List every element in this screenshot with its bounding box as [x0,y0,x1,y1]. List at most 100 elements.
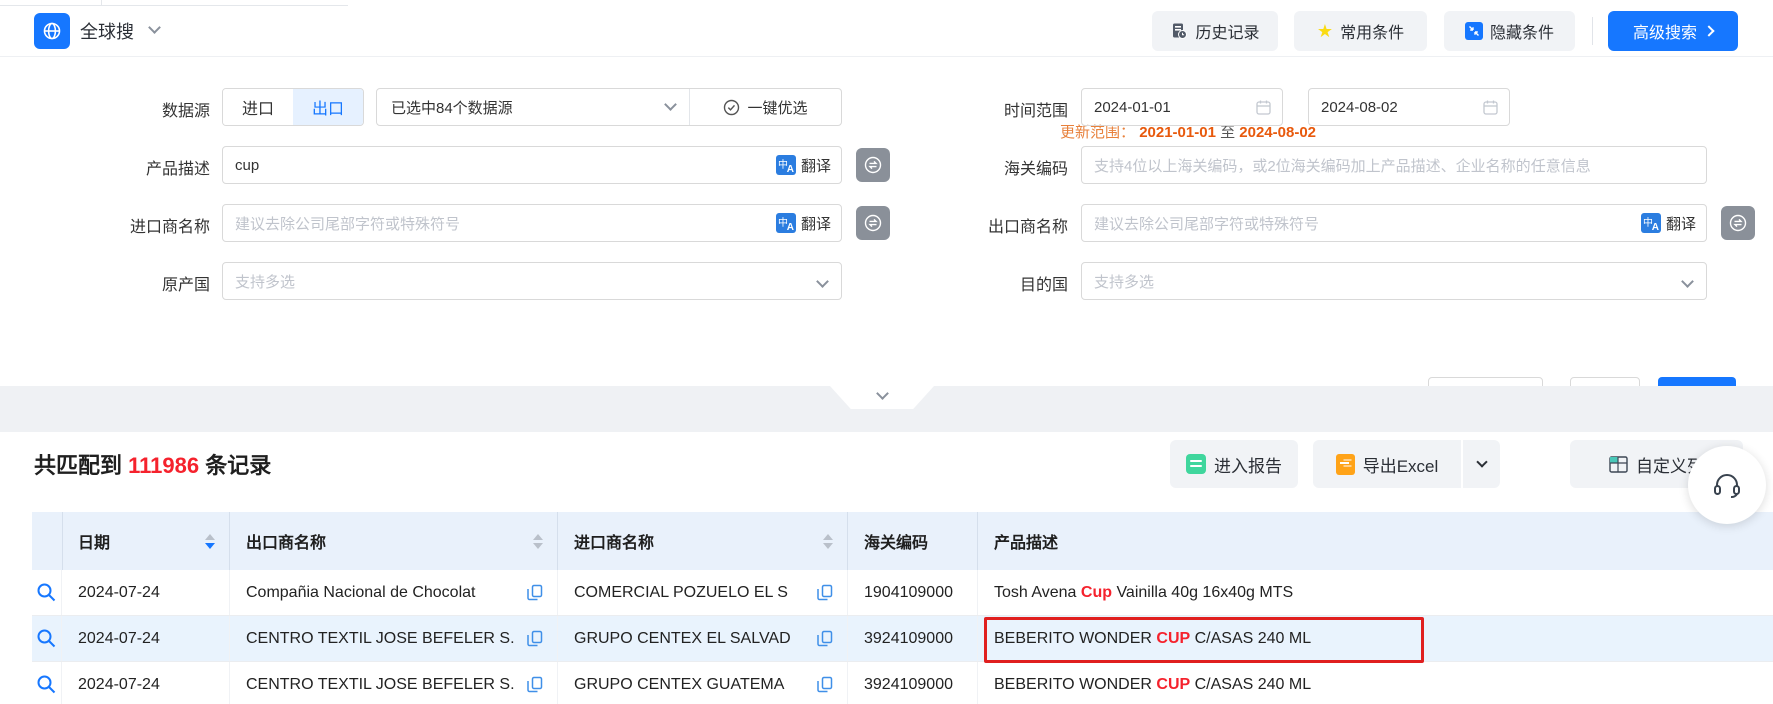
synonym-search-button[interactable] [1721,206,1755,240]
header-product-desc-label: 产品描述 [994,529,1058,553]
sort-control[interactable] [533,534,543,549]
data-source-group: 已选中84个数据源 一键优选 [376,88,842,126]
header-date[interactable]: 日期 [62,512,230,570]
translate-icon: 中A [1641,213,1661,233]
results-table: 日期 出口商名称 进口商名称 海关编码 产品描述 2024-07 [32,512,1773,704]
app-switcher-chevron-icon[interactable] [148,21,161,34]
exporter-cell: CENTRO TEXTIL JOSE BEFELER S. [230,662,558,704]
copy-icon[interactable] [817,584,833,601]
importer-name-placeholder: 建议去除公司尾部字符或特殊符号 [235,213,460,234]
product-desc-label: 产品描述 [30,155,210,179]
chevron-down-icon [1681,275,1694,288]
report-icon [1186,454,1206,474]
enter-report-label: 进入报告 [1214,452,1282,477]
one-click-optimize-button[interactable]: 一键优选 [689,89,841,125]
export-excel-label: 导出Excel [1363,452,1439,477]
exporter-name-input[interactable]: 建议去除公司尾部字符或特殊符号 中A 翻译 [1081,204,1707,242]
row-detail-cell [32,662,62,704]
date-cell: 2024-07-24 [62,570,230,615]
update-range-label: 更新范围： [1060,124,1135,141]
product-desc-cell: BEBERITO WONDER CUP C/ASAS 240 ML [978,616,1773,661]
synonym-search-button[interactable] [856,206,890,240]
translate-icon: 中A [776,213,796,233]
magnifier-icon[interactable] [36,674,57,695]
dest-country-label: 目的国 [900,271,1068,295]
trade-direction-toggle: 进口 出口 [222,88,364,126]
dest-country-select[interactable]: 支持多选 [1081,262,1707,300]
product-desc-input[interactable]: cup 中A 翻译 [222,146,842,184]
data-source-select[interactable]: 已选中84个数据源 [377,89,689,125]
translate-button[interactable]: 中A 翻译 [776,155,831,176]
favorites-button-label: 常用条件 [1340,19,1404,43]
app-title: 全球搜 [80,18,134,44]
translate-icon: 中A [776,155,796,175]
importer-name-label: 进口商名称 [30,213,210,237]
copy-icon[interactable] [527,676,543,693]
exporter-name-placeholder: 建议去除公司尾部字符或特殊符号 [1094,213,1319,234]
tab-edge-line [0,0,348,6]
export-excel-button[interactable]: 导出Excel [1313,440,1461,488]
export-options-button[interactable] [1462,440,1500,488]
count-suffix: 条记录 [205,453,271,478]
top-bar: 全球搜 历史记录 ★ 常用条件 隐藏条件 高级搜索 [0,0,1773,57]
translate-button[interactable]: 中A 翻译 [1641,213,1696,234]
sort-control[interactable] [823,534,833,549]
origin-country-placeholder: 支持多选 [235,271,295,292]
origin-country-select[interactable]: 支持多选 [222,262,842,300]
enter-report-button[interactable]: 进入报告 [1170,440,1298,488]
translate-label: 翻译 [801,155,831,176]
translate-label: 翻译 [1666,213,1696,234]
advanced-search-label: 高级搜索 [1633,19,1697,43]
magnifier-icon[interactable] [36,582,57,603]
update-range-end: 2024-08-02 [1239,124,1316,141]
advanced-search-button[interactable]: 高级搜索 [1608,11,1738,51]
history-icon [1170,22,1188,40]
table-header-row: 日期 出口商名称 进口商名称 海关编码 产品描述 [32,512,1773,570]
header-date-label: 日期 [78,529,110,553]
history-button[interactable]: 历史记录 [1152,11,1278,51]
copy-icon[interactable] [817,676,833,693]
update-range-to: 至 [1220,124,1235,141]
copy-icon[interactable] [817,630,833,647]
global-search-page: 全球搜 历史记录 ★ 常用条件 隐藏条件 高级搜索 [0,0,1773,704]
search-form: 数据源 进口 出口 已选中84个数据源 一键优选 产品描述 cup 中A 翻译 [0,57,1773,386]
results-panel: 共匹配到 111986 条记录 进入报告 导出Excel 自定义列 [0,432,1773,704]
start-date-input[interactable]: 2024-01-01 [1081,88,1283,126]
import-tab[interactable]: 进口 [223,89,293,125]
copy-icon[interactable] [527,584,543,601]
hide-conditions-button[interactable]: 隐藏条件 [1444,11,1575,51]
swap-circle-icon [862,212,884,234]
date-cell: 2024-07-24 [62,616,230,661]
synonym-search-button[interactable] [856,148,890,182]
table-row[interactable]: 2024-07-24 CENTRO TEXTIL JOSE BEFELER S.… [32,662,1773,704]
data-source-selected-value: 已选中84个数据源 [391,97,513,118]
hs-code-cell: 3924109000 [848,616,978,661]
hs-code-input[interactable]: 支持4位以上海关编码，或2位海关编码加上产品描述、企业名称的任意信息 [1081,146,1707,184]
origin-country-label: 原产国 [30,271,210,295]
row-detail-cell [32,570,62,615]
table-row[interactable]: 2024-07-24 Compañia Nacional de Chocolat… [32,570,1773,616]
export-tab[interactable]: 出口 [293,89,363,125]
header-hs-code-label: 海关编码 [864,529,928,553]
translate-button[interactable]: 中A 翻译 [776,213,831,234]
calendar-icon [1255,99,1272,116]
hs-code-cell: 3924109000 [848,662,978,704]
header-importer[interactable]: 进口商名称 [558,512,848,570]
columns-icon [1609,456,1628,473]
calendar-icon [1482,99,1499,116]
copy-icon[interactable] [527,630,543,647]
swap-circle-icon [862,154,884,176]
header-actions [32,512,63,570]
end-date-input[interactable]: 2024-08-02 [1308,88,1510,126]
exporter-cell: CENTRO TEXTIL JOSE BEFELER S. [230,616,558,661]
header-exporter[interactable]: 出口商名称 [230,512,558,570]
product-desc-cell: Tosh Avena Cup Vainilla 40g 16x40g MTS [978,570,1773,615]
table-row[interactable]: 2024-07-24 CENTRO TEXTIL JOSE BEFELER S.… [32,616,1773,662]
results-count-title: 共匹配到 111986 条记录 [34,448,271,480]
importer-name-input[interactable]: 建议去除公司尾部字符或特殊符号 中A 翻译 [222,204,842,242]
customer-service-button[interactable] [1688,446,1766,524]
favorites-button[interactable]: ★ 常用条件 [1294,11,1427,51]
sort-control[interactable] [205,534,215,549]
magnifier-icon[interactable] [36,628,57,649]
one-click-optimize-label: 一键优选 [747,97,807,118]
